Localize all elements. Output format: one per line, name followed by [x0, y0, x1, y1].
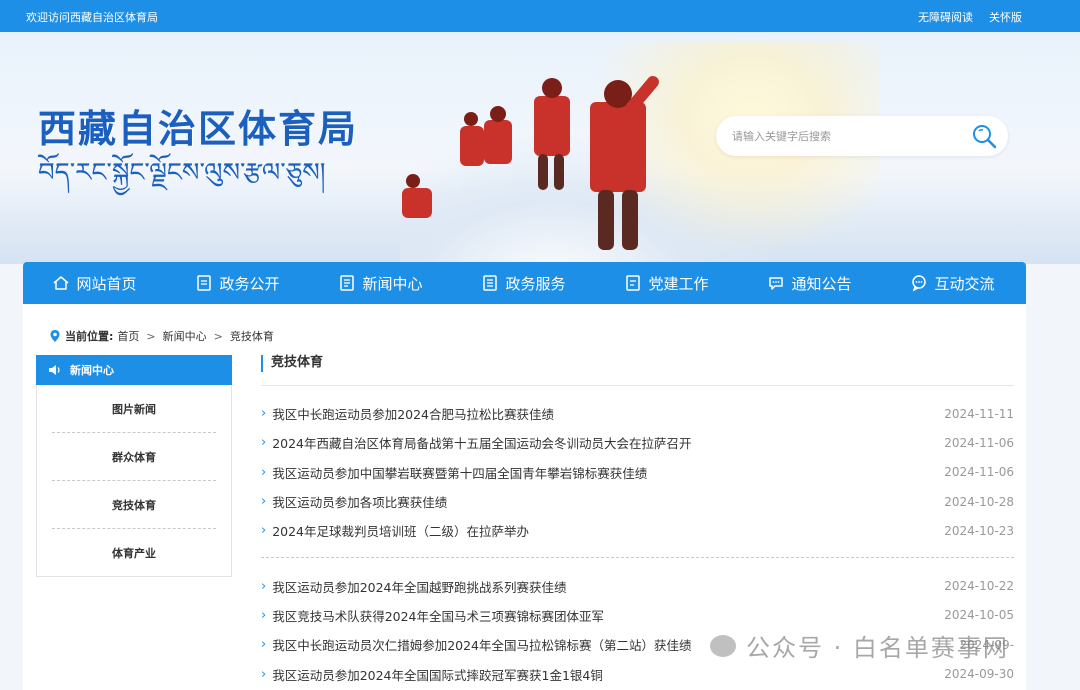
news-title: 我区中长跑运动员参加2024合肥马拉松比赛获佳绩: [261, 404, 554, 423]
breadcrumb: 当前位置: 首页 > 新闻中心 > 竞技体育: [49, 328, 274, 344]
list-item[interactable]: 我区运动员参加各项比赛获佳绩 2024-10-28: [261, 487, 1014, 516]
breadcrumb-current[interactable]: 竞技体育: [230, 328, 274, 344]
news-title: 我区中长跑运动员次仁措姆参加2024年全国马拉松锦标赛（第二站）获佳绩: [261, 635, 691, 654]
section-header: 竞技体育: [261, 354, 1014, 386]
breadcrumb-news[interactable]: 新闻中心: [163, 328, 207, 344]
nav-item-gov-service[interactable]: 政务服务: [452, 262, 595, 304]
sidebar-title: 新闻中心: [70, 364, 114, 377]
news-date: 2024-11-11: [944, 406, 1014, 421]
search-input[interactable]: [732, 126, 952, 146]
news-date: 2024-10-05: [944, 608, 1014, 623]
news-date: 2024-11-06: [944, 465, 1014, 480]
service-icon: [483, 275, 498, 291]
climber-illustration: [454, 110, 488, 190]
top-links: 无障碍阅读 关怀版: [918, 9, 1022, 25]
breadcrumb-separator: >: [146, 329, 156, 343]
top-bar: 欢迎访问西藏自治区体育局 无障碍阅读 关怀版: [0, 0, 1080, 32]
list-item[interactable]: 2024年西藏自治区体育局备战第十五届全国运动会冬训动员大会在拉萨召开 2024-…: [261, 428, 1014, 457]
search-icon: [973, 125, 997, 149]
breadcrumb-home[interactable]: 首页: [117, 328, 139, 344]
news-date: 2024-10-28: [944, 494, 1014, 509]
wechat-logo-icon: [710, 634, 736, 657]
news-date: 2024-09-30: [944, 667, 1014, 682]
chat-icon: [912, 275, 927, 292]
news-title: 我区运动员参加2024年全国越野跑挑战系列赛获佳绩: [261, 577, 566, 596]
welcome-text: 欢迎访问西藏自治区体育局: [26, 11, 158, 24]
speaker-icon: [49, 365, 60, 375]
nav-item-label: 网站首页: [76, 274, 137, 293]
sidebar-item-mass-sports[interactable]: 群众体育: [52, 433, 216, 481]
location-pin-icon: [50, 330, 60, 342]
news-title: 2024年足球裁判员培训班（二级）在拉萨举办: [261, 521, 529, 540]
section-title-bar: [261, 355, 263, 372]
news-list-group-1: 我区中长跑运动员参加2024合肥马拉松比赛获佳绩 2024-11-11 2024年…: [261, 399, 1014, 545]
nav-item-notice[interactable]: 通知公告: [738, 262, 881, 304]
list-item[interactable]: 我区运动员参加2024年全国国际式摔跤冠军赛获1金1银4铜 2024-09-30: [261, 659, 1014, 688]
sidebar-item-sports-industry[interactable]: 体育产业: [52, 529, 216, 577]
news-date: 2024-11-06: [944, 435, 1014, 450]
document-icon: [197, 275, 212, 291]
news-title: 2024年西藏自治区体育局备战第十五届全国运动会冬训动员大会在拉萨召开: [261, 433, 691, 452]
nav-item-label: 政务服务: [505, 274, 566, 293]
nav-item-home[interactable]: 网站首页: [23, 262, 166, 304]
nav-item-gov-info[interactable]: 政务公开: [166, 262, 309, 304]
news-date: 2024-10-23: [944, 523, 1014, 538]
nav-item-news[interactable]: 新闻中心: [309, 262, 452, 304]
nav-item-interaction[interactable]: 互动交流: [881, 262, 1024, 304]
climber-illustration: [398, 174, 438, 234]
sidebar: 新闻中心 图片新闻 群众体育 竞技体育 体育产业: [36, 355, 232, 577]
list-item[interactable]: 我区竞技马术队获得2024年全国马术三项赛锦标赛团体亚军 2024-10-05: [261, 601, 1014, 630]
climber-illustration: [528, 72, 578, 192]
notice-icon: [769, 277, 784, 290]
breadcrumb-separator: >: [213, 329, 223, 343]
sidebar-item-photo-news[interactable]: 图片新闻: [52, 385, 216, 433]
nav-item-label: 通知公告: [791, 274, 852, 293]
nav-item-label: 互动交流: [934, 274, 995, 293]
party-icon: [626, 275, 641, 291]
sidebar-header: 新闻中心: [36, 355, 232, 385]
nav-item-label: 新闻中心: [362, 274, 423, 293]
news-icon: [340, 275, 355, 291]
nav-item-label: 党建工作: [648, 274, 709, 293]
news-date: 2024-10-22: [944, 579, 1014, 594]
climber-illustration: [580, 72, 662, 252]
breadcrumb-label: 当前位置:: [65, 330, 114, 343]
nav-item-party[interactable]: 党建工作: [595, 262, 738, 304]
site-title-tibetan: བོད་རང་སྐྱོང་ལྗོངས་ལུས་རྩལ་ཅུས།: [38, 158, 326, 188]
section-title: 竞技体育: [271, 355, 324, 370]
news-title: 我区运动员参加2024年全国国际式摔跤冠军赛获1金1银4铜: [261, 665, 603, 684]
news-title: 我区运动员参加中国攀岩联赛暨第十四届全国青年攀岩锦标赛获佳绩: [261, 463, 647, 482]
nav-item-label: 政务公开: [219, 274, 280, 293]
news-title: 我区竞技马术队获得2024年全国马术三项赛锦标赛团体亚军: [261, 606, 604, 625]
main-nav: 网站首页 政务公开 新闻中心 政务服务 党建工作 通知公告 互动交流: [23, 262, 1026, 304]
list-item[interactable]: 我区运动员参加2024年全国越野跑挑战系列赛获佳绩 2024-10-22: [261, 571, 1014, 600]
list-divider: [261, 557, 1014, 559]
home-icon: [53, 276, 69, 290]
list-item[interactable]: 我区中长跑运动员参加2024合肥马拉松比赛获佳绩 2024-11-11: [261, 399, 1014, 428]
sidebar-item-competitive-sports[interactable]: 竞技体育: [52, 481, 216, 529]
elderly-mode-link[interactable]: 关怀版: [989, 9, 1022, 25]
news-title: 我区运动员参加各项比赛获佳绩: [261, 492, 447, 511]
accessible-reading-link[interactable]: 无障碍阅读: [918, 9, 973, 25]
watermark: 公众号 · 白名单赛事网: [710, 628, 1009, 663]
watermark-text: 公众号 · 白名单赛事网: [746, 634, 1009, 662]
list-item[interactable]: 我区运动员参加中国攀岩联赛暨第十四届全国青年攀岩锦标赛获佳绩 2024-11-06: [261, 458, 1014, 487]
search-button[interactable]: [970, 122, 998, 150]
list-item[interactable]: 2024年足球裁判员培训班（二级）在拉萨举办 2024-10-23: [261, 516, 1014, 545]
search-box: [716, 116, 1008, 156]
